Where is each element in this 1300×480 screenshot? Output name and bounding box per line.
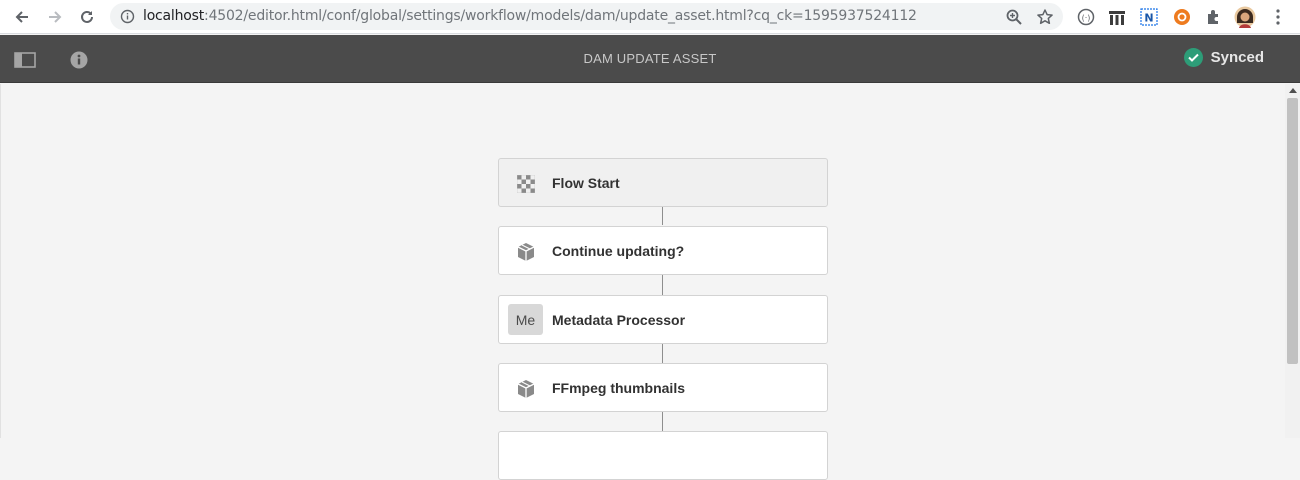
step-label: Flow Start: [552, 175, 620, 191]
sync-status-label: Synced: [1210, 49, 1264, 66]
zoom-icon[interactable]: [1005, 8, 1023, 26]
step-label: Metadata Processor: [552, 312, 686, 328]
extensions-puzzle-icon[interactable]: [1203, 6, 1225, 28]
browser-toolbar: localhost:4502/editor.html/conf/global/s…: [0, 0, 1300, 34]
step-label: FFmpeg thumbnails: [552, 380, 685, 396]
back-arrow-icon: [15, 11, 28, 23]
url-host: localhost: [143, 8, 205, 24]
scroll-up-arrow-icon[interactable]: [1289, 88, 1297, 93]
bookmark-star-icon[interactable]: [1036, 8, 1054, 26]
url-text: localhost:4502/editor.html/conf/global/s…: [143, 8, 917, 24]
reload-icon: [81, 10, 93, 23]
address-bar[interactable]: localhost:4502/editor.html/conf/global/s…: [110, 3, 1063, 30]
profile-avatar[interactable]: [1234, 6, 1256, 28]
workflow-step-metadata-processor[interactable]: Me Metadata Processor: [498, 295, 828, 344]
svg-text:N: N: [1144, 12, 1153, 25]
flow-start-icon: [515, 173, 537, 195]
connector-line: [662, 275, 663, 295]
checkmark-icon: [1183, 48, 1203, 67]
initials-badge: Me: [508, 304, 543, 335]
workflow-step-ffmpeg-thumbnails[interactable]: FFmpeg thumbnails: [498, 363, 828, 412]
sync-status[interactable]: Synced: [1183, 48, 1264, 67]
extension-reader-icon[interactable]: (·): [1075, 6, 1097, 28]
extension-n-icon[interactable]: N: [1138, 6, 1160, 28]
cube-icon: [515, 378, 537, 400]
forward-button[interactable]: [42, 4, 68, 30]
url-path: :4502/editor.html/conf/global/settings/w…: [204, 8, 917, 24]
extension-orange-icon[interactable]: [1171, 6, 1193, 28]
workflow-step-continue-updating[interactable]: Continue updating?: [498, 226, 828, 275]
forward-arrow-icon: [49, 11, 62, 23]
svg-text:(·): (·): [1082, 14, 1091, 23]
reload-button[interactable]: [74, 4, 100, 30]
vertical-scrollbar[interactable]: [1285, 84, 1300, 438]
workflow-step-flow-start[interactable]: Flow Start: [498, 158, 828, 207]
back-button[interactable]: [9, 4, 35, 30]
workflow-step-partial[interactable]: [498, 431, 828, 480]
connector-line: [662, 206, 663, 225]
page-title: DAM UPDATE ASSET: [583, 51, 717, 66]
connector-line: [662, 343, 663, 363]
extension-gate-icon[interactable]: [1106, 6, 1128, 28]
workflow-canvas[interactable]: Flow Start Continue updating? Me Metadat…: [0, 84, 1285, 480]
cube-icon: [515, 241, 537, 263]
editor-header: DAM UPDATE ASSET Synced: [0, 35, 1300, 83]
step-label: Continue updating?: [552, 243, 685, 259]
browser-menu-icon[interactable]: [1267, 6, 1289, 28]
scrollbar-thumb[interactable]: [1287, 98, 1298, 364]
connector-line: [662, 411, 663, 431]
site-info-icon[interactable]: [120, 9, 135, 24]
